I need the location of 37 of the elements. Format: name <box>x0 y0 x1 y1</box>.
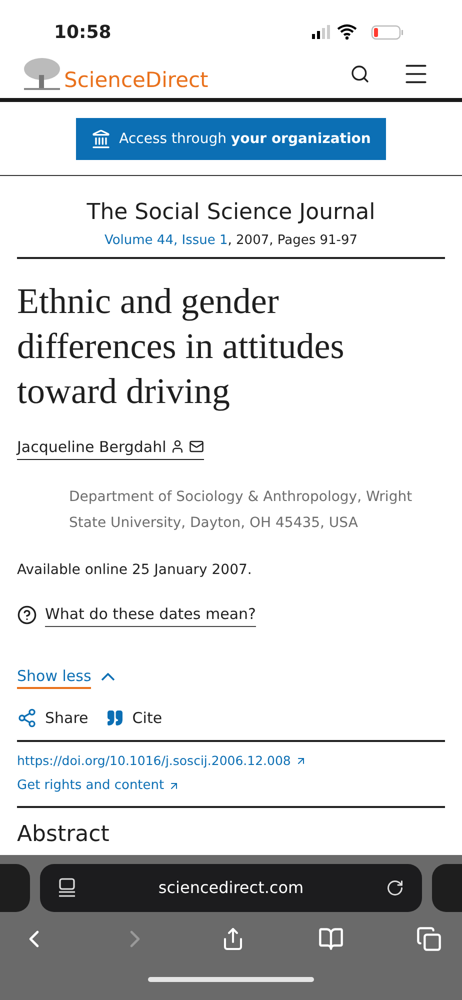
chevron-up-icon <box>101 672 116 681</box>
affiliation-text: Department of Sociology & Anthropology, Wright State University, Dayton, OH 45435, USA <box>69 488 414 533</box>
show-less-toggle[interactable]: Show less <box>17 664 116 689</box>
article-title: Ethnic and gender differences in attitudes toward driving <box>17 280 346 413</box>
issue-link[interactable]: Volume 44, Issue 1 <box>104 233 228 248</box>
bookmarks-icon[interactable] <box>318 926 344 952</box>
share-button[interactable]: Share <box>17 707 88 730</box>
mail-icon <box>189 439 204 454</box>
battery-icon <box>371 25 403 40</box>
issue-info: Volume 44, Issue 1, 2007, Pages 91-97 <box>104 232 358 250</box>
share-icon[interactable] <box>221 927 245 951</box>
share-icon <box>17 708 37 728</box>
reload-icon[interactable] <box>386 879 404 897</box>
author-link[interactable]: Jacqueline Bergdahl <box>17 436 166 458</box>
quote-icon <box>106 709 124 728</box>
available-date: Available online 25 January 2007. <box>17 561 253 580</box>
reader-icon[interactable] <box>58 878 76 898</box>
section-heading: Abstract <box>17 822 110 848</box>
url-text[interactable]: sciencedirect.com <box>158 876 304 900</box>
status-time: 10:58 <box>54 20 112 44</box>
wifi-icon <box>336 24 358 40</box>
person-icon <box>170 439 186 454</box>
bank-icon <box>91 129 112 149</box>
access-button[interactable]: Access through your organization <box>76 118 386 160</box>
doi-link[interactable]: https://doi.org/10.1016/j.soscij.2006.12.008 <box>17 752 445 770</box>
tab-preview[interactable] <box>432 864 462 912</box>
signal-icon <box>312 25 330 39</box>
cite-button[interactable]: Cite <box>106 707 162 730</box>
rights-link[interactable]: Get rights and content <box>17 776 445 808</box>
address-bar[interactable]: sciencedirect.com <box>40 864 422 912</box>
help-icon <box>17 604 37 625</box>
tree-logo-icon <box>22 57 62 91</box>
tab-preview[interactable] <box>0 864 30 912</box>
journal-title[interactable]: The Social Science Journal <box>86 196 376 229</box>
search-icon[interactable] <box>350 64 370 84</box>
tabs-icon[interactable] <box>416 926 442 952</box>
dates-link[interactable]: What do these dates mean? <box>45 603 256 626</box>
